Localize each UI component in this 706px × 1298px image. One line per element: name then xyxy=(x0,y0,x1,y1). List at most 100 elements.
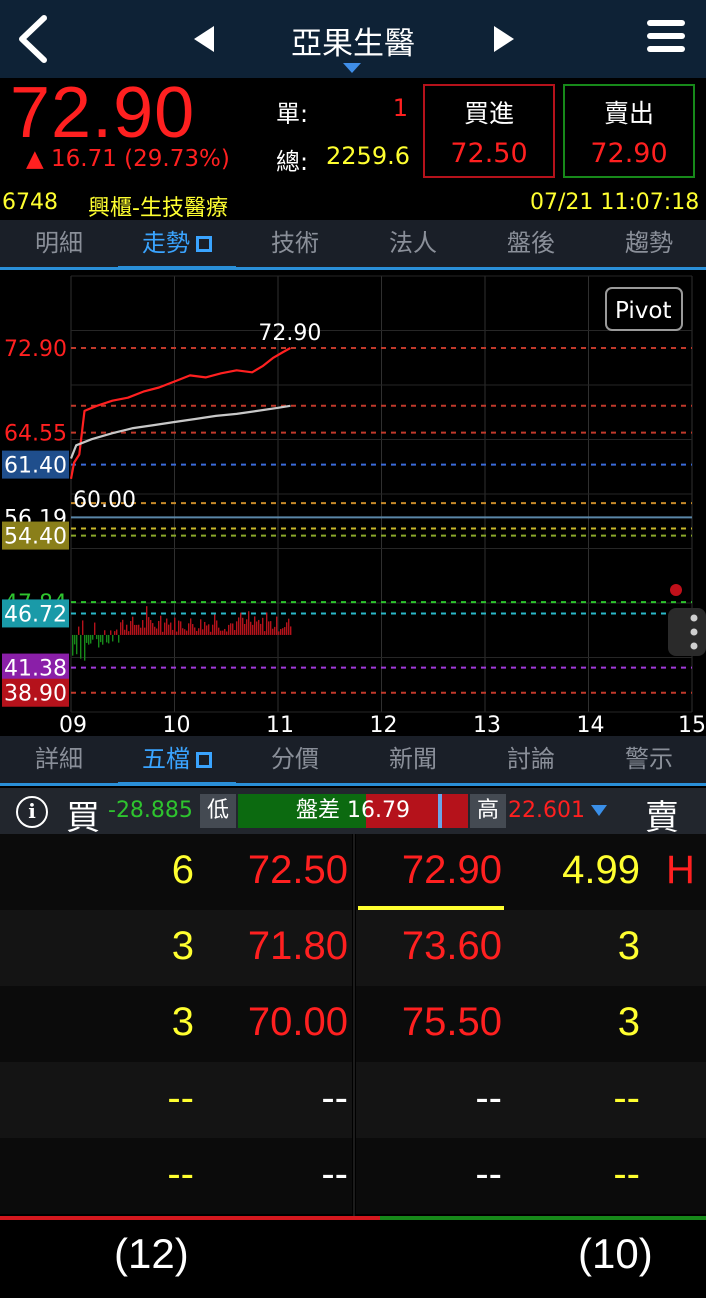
volume-bar xyxy=(158,620,160,635)
ask-quantity[interactable]: -- xyxy=(613,1152,640,1197)
sell-label: 賣出 xyxy=(603,99,654,128)
last-price: 72.90 xyxy=(10,73,196,153)
bid-quantity[interactable]: -- xyxy=(167,1076,194,1121)
tab-after-hours[interactable]: 盤後 xyxy=(472,220,590,267)
ask-price[interactable]: 73.60 xyxy=(402,924,502,969)
volume-bar xyxy=(168,624,170,635)
volume-bar xyxy=(110,630,112,635)
ask-quantity[interactable]: 3 xyxy=(618,924,640,969)
chevron-left-icon[interactable] xyxy=(14,14,54,64)
time-tick-label: 15 xyxy=(678,713,706,738)
ask-strength-bar xyxy=(380,1216,706,1220)
volume-bar xyxy=(238,617,240,635)
ask-quantity[interactable]: 4.99 xyxy=(562,848,640,893)
ask-quantity[interactable]: 3 xyxy=(618,1000,640,1045)
volume-bar xyxy=(190,618,192,635)
bid-quantity[interactable]: 3 xyxy=(172,924,194,969)
volume-bar xyxy=(176,631,178,635)
volume-bar xyxy=(112,634,114,642)
buy-button[interactable]: 買進 72.50 xyxy=(423,84,555,178)
bid-price[interactable]: 70.00 xyxy=(248,1000,348,1045)
tab-news[interactable]: 新聞 xyxy=(354,736,472,783)
info-icon[interactable]: i xyxy=(16,796,48,828)
volume-bar xyxy=(138,624,140,635)
sell-button[interactable]: 賣出 72.90 xyxy=(563,84,695,178)
volume-bar xyxy=(114,631,116,635)
tab-trend[interactable]: 走勢 xyxy=(118,220,236,270)
tab-discussion[interactable]: 討論 xyxy=(472,736,590,783)
volume-bar xyxy=(134,624,136,635)
volume-bar xyxy=(276,616,278,635)
tab-detail[interactable]: 明細 xyxy=(0,220,118,267)
bid-price[interactable]: -- xyxy=(321,1076,348,1121)
expand-icon[interactable] xyxy=(196,236,212,252)
volume-bar xyxy=(272,628,274,635)
side-panel-handle[interactable] xyxy=(668,608,706,656)
title-dropdown-icon[interactable] xyxy=(343,63,361,73)
volume-bar xyxy=(156,628,158,635)
tab-price-distribution[interactable]: 分價 xyxy=(236,736,354,783)
volume-bar xyxy=(228,624,230,635)
volume-bar xyxy=(202,629,204,635)
volume-bar xyxy=(178,620,180,635)
tab-trend-analysis[interactable]: 趨勢 xyxy=(590,220,706,267)
ask-price[interactable]: -- xyxy=(475,1076,502,1121)
hamburger-menu-icon[interactable] xyxy=(647,20,685,58)
bid-quantity[interactable]: 3 xyxy=(172,1000,194,1045)
volume-bar xyxy=(288,618,290,635)
time-tick-label: 11 xyxy=(266,713,294,738)
pivot-button-label: Pivot xyxy=(615,298,671,324)
ask-price[interactable]: 75.50 xyxy=(402,1000,502,1045)
intraday-chart[interactable]: 72.9060.0072.9064.5561.4056.1954.4047.84… xyxy=(0,270,706,738)
low-value: -28.885 xyxy=(108,798,193,823)
volume-bar xyxy=(92,634,94,640)
time-tick-label: 13 xyxy=(473,713,501,738)
volume-bar xyxy=(246,619,248,635)
caret-down-icon[interactable] xyxy=(591,805,607,816)
buy-side-label: 買 xyxy=(66,798,100,838)
volume-bar xyxy=(184,629,186,635)
volume-bar xyxy=(120,622,122,635)
volume-bar xyxy=(78,626,80,635)
spread-bar: 盤差 16.79 xyxy=(238,794,468,828)
volume-bar xyxy=(216,620,218,635)
total-volume-value: 2259.6 xyxy=(326,142,410,170)
volume-bar xyxy=(116,629,118,635)
volume-bar xyxy=(132,616,134,635)
volume-bar xyxy=(264,631,266,635)
volume-bar xyxy=(172,629,174,635)
time-tick-label: 09 xyxy=(59,713,87,738)
volume-bar xyxy=(204,621,206,635)
tab-details[interactable]: 詳細 xyxy=(0,736,118,783)
triangle-left-icon[interactable] xyxy=(190,24,220,54)
ask-quantity[interactable]: -- xyxy=(613,1076,640,1121)
volume-bar xyxy=(254,616,256,635)
bid-price[interactable]: -- xyxy=(321,1152,348,1197)
volume-bar xyxy=(182,628,184,635)
volume-bar xyxy=(106,634,108,643)
ask-price[interactable]: -- xyxy=(475,1152,502,1197)
volume-bar xyxy=(220,630,222,635)
bid-price[interactable]: 72.50 xyxy=(248,848,348,893)
tab-five-levels[interactable]: 五檔 xyxy=(118,736,236,786)
tab-technical[interactable]: 技術 xyxy=(236,220,354,267)
more-dot-icon xyxy=(690,628,698,636)
tab-institutional[interactable]: 法人 xyxy=(354,220,472,267)
volume-bar xyxy=(164,622,166,635)
volume-bar xyxy=(210,631,212,635)
ask-price[interactable]: 72.90 xyxy=(402,848,502,893)
volume-bar xyxy=(160,615,162,635)
triangle-right-icon[interactable] xyxy=(488,24,518,54)
buy-price: 72.50 xyxy=(450,138,528,169)
volume-bar xyxy=(230,623,232,635)
tab-alerts[interactable]: 警示 xyxy=(590,736,706,783)
volume-bar xyxy=(118,634,120,643)
bid-price[interactable]: 71.80 xyxy=(248,924,348,969)
volume-bar xyxy=(76,634,78,655)
bid-quantity[interactable]: 6 xyxy=(172,848,194,893)
bid-quantity[interactable]: -- xyxy=(167,1152,194,1197)
expand-icon[interactable] xyxy=(196,752,212,768)
volume-bar xyxy=(252,624,254,635)
volume-bar xyxy=(266,612,268,635)
stock-title[interactable]: 亞果生醫 xyxy=(250,18,456,63)
